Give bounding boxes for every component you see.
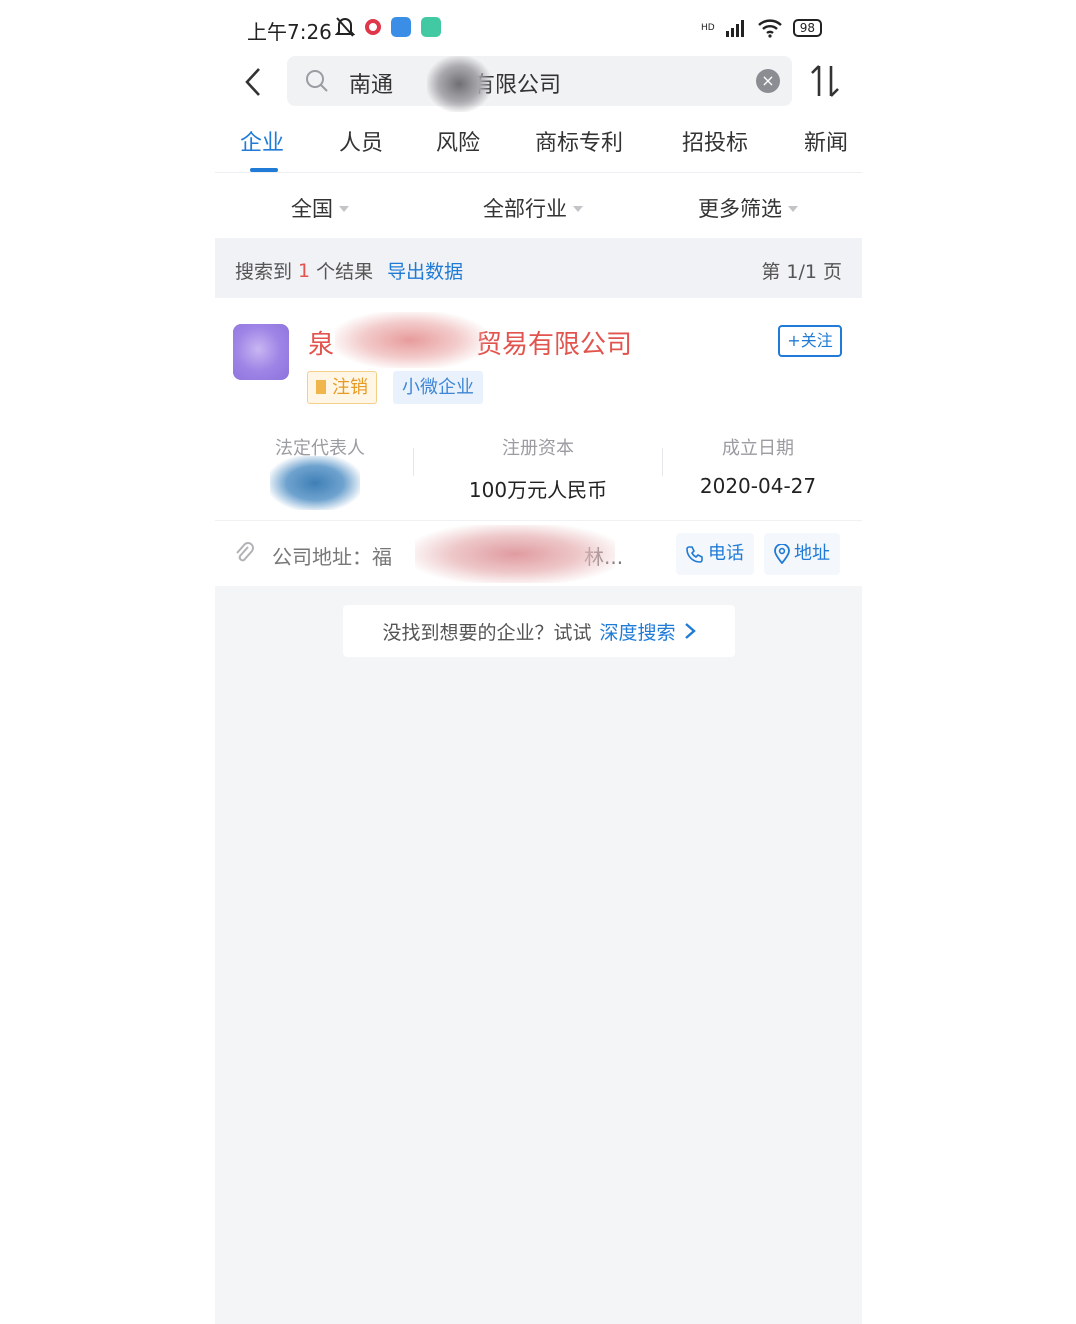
founded-column: 成立日期 2020-04-27 bbox=[683, 434, 833, 498]
clear-search-icon[interactable]: × bbox=[756, 69, 780, 93]
status-flag-icon bbox=[316, 380, 326, 394]
signal-icon bbox=[725, 20, 744, 37]
result-prefix: 搜索到 bbox=[235, 261, 293, 283]
search-query-start: 南通 bbox=[349, 73, 394, 98]
filter-more-label: 更多筛选 bbox=[698, 197, 782, 221]
filter-more[interactable]: 更多筛选 bbox=[698, 193, 798, 223]
redaction-blur bbox=[415, 525, 615, 583]
address-row: 公司地址：福林... 电话 地址 bbox=[215, 520, 862, 586]
filter-region[interactable]: 全国 bbox=[291, 193, 349, 223]
result-suffix: 个结果 bbox=[316, 261, 374, 283]
capital-column: 注册资本 100万元人民币 bbox=[453, 434, 623, 503]
capital-value: 100万元人民币 bbox=[468, 478, 608, 502]
battery-indicator: 98 bbox=[792, 19, 822, 37]
status-right: HD 98 bbox=[701, 18, 822, 38]
badge-small-enterprise: 小微企业 bbox=[393, 371, 483, 404]
phone-icon bbox=[686, 546, 703, 563]
address-start: 公司地址：福 bbox=[272, 545, 392, 569]
header-area: 上午7:26 HD 98 南通 易有限公司 × 企业 人员 风险 商标专利 招投… bbox=[215, 0, 862, 238]
company-logo bbox=[233, 324, 289, 380]
redaction-blur bbox=[427, 56, 491, 112]
founded-value: 2020-04-27 bbox=[699, 474, 817, 498]
sort-toggle-icon[interactable] bbox=[809, 62, 843, 100]
result-count-text: 搜索到 1 个结果 导出数据 bbox=[235, 257, 463, 284]
status-time: 上午7:26 bbox=[247, 20, 332, 44]
export-data-link[interactable]: 导出数据 bbox=[387, 257, 463, 284]
deep-search-text: 没找到想要的企业？试试 bbox=[382, 621, 592, 644]
address-button-label: 地址 bbox=[794, 543, 830, 564]
filter-industry[interactable]: 全部行业 bbox=[483, 193, 583, 223]
filter-region-label: 全国 bbox=[291, 197, 333, 221]
column-separator bbox=[413, 448, 414, 476]
notification-icons bbox=[335, 16, 441, 38]
deep-search-prompt[interactable]: 没找到想要的企业？试试 深度搜索 bbox=[343, 605, 735, 657]
app-notification-icon-blue bbox=[391, 17, 411, 37]
tab-bidding[interactable]: 招投标 bbox=[682, 125, 748, 157]
caret-down-icon bbox=[573, 206, 583, 212]
phone-button[interactable]: 电话 bbox=[676, 533, 754, 575]
status-badge-cancelled: 注销 bbox=[307, 371, 377, 404]
phone-screen: 上午7:26 HD 98 南通 易有限公司 × 企业 人员 风险 商标专利 招投… bbox=[215, 0, 862, 1324]
caret-down-icon bbox=[339, 206, 349, 212]
category-tabs: 企业 人员 风险 商标专利 招投标 新闻 bbox=[215, 120, 862, 172]
phone-label: 电话 bbox=[708, 543, 744, 564]
capital-label: 注册资本 bbox=[502, 438, 574, 459]
status-badge-label: 注销 bbox=[332, 377, 368, 398]
follow-button[interactable]: +关注 bbox=[778, 325, 842, 357]
result-summary-bar: 搜索到 1 个结果 导出数据 第 1/1 页 bbox=[215, 238, 862, 298]
redaction-blur bbox=[335, 312, 485, 368]
deep-search-link[interactable]: 深度搜索 bbox=[600, 618, 676, 645]
chevron-right-icon bbox=[684, 623, 696, 639]
divider bbox=[215, 172, 862, 173]
tab-trademark-patent[interactable]: 商标专利 bbox=[535, 125, 623, 157]
company-name-end: 贸易有限公司 bbox=[476, 330, 633, 360]
company-name-start: 泉 bbox=[308, 330, 335, 360]
address-button[interactable]: 地址 bbox=[764, 533, 840, 575]
chevron-left-icon bbox=[245, 68, 260, 96]
column-separator bbox=[662, 448, 663, 476]
tab-people[interactable]: 人员 bbox=[339, 125, 383, 157]
app-notification-icon-green bbox=[421, 17, 441, 37]
search-icon bbox=[306, 70, 328, 92]
back-button[interactable] bbox=[237, 64, 269, 100]
redaction-blur bbox=[270, 456, 360, 510]
location-pin-icon bbox=[774, 544, 790, 564]
tab-enterprise[interactable]: 企业 bbox=[240, 125, 284, 157]
search-input[interactable]: 南通 易有限公司 × bbox=[287, 56, 792, 112]
app-notification-icon-red bbox=[365, 19, 381, 35]
tab-risk[interactable]: 风险 bbox=[436, 125, 480, 157]
page-indicator: 第 1/1 页 bbox=[761, 261, 842, 283]
tab-news[interactable]: 新闻 bbox=[804, 125, 848, 157]
paperclip-icon bbox=[236, 542, 254, 562]
mute-bell-icon bbox=[335, 17, 355, 37]
filter-industry-label: 全部行业 bbox=[483, 197, 567, 221]
company-result-card[interactable]: 泉贸易有限公司 +关注 注销 小微企业 法定代表人 注册资本 100万元人民币 … bbox=[215, 298, 862, 586]
caret-down-icon bbox=[788, 206, 798, 212]
wifi-icon bbox=[757, 19, 782, 38]
founded-label: 成立日期 bbox=[722, 438, 794, 459]
network-type: HD bbox=[701, 23, 715, 33]
result-count: 1 bbox=[298, 259, 311, 282]
